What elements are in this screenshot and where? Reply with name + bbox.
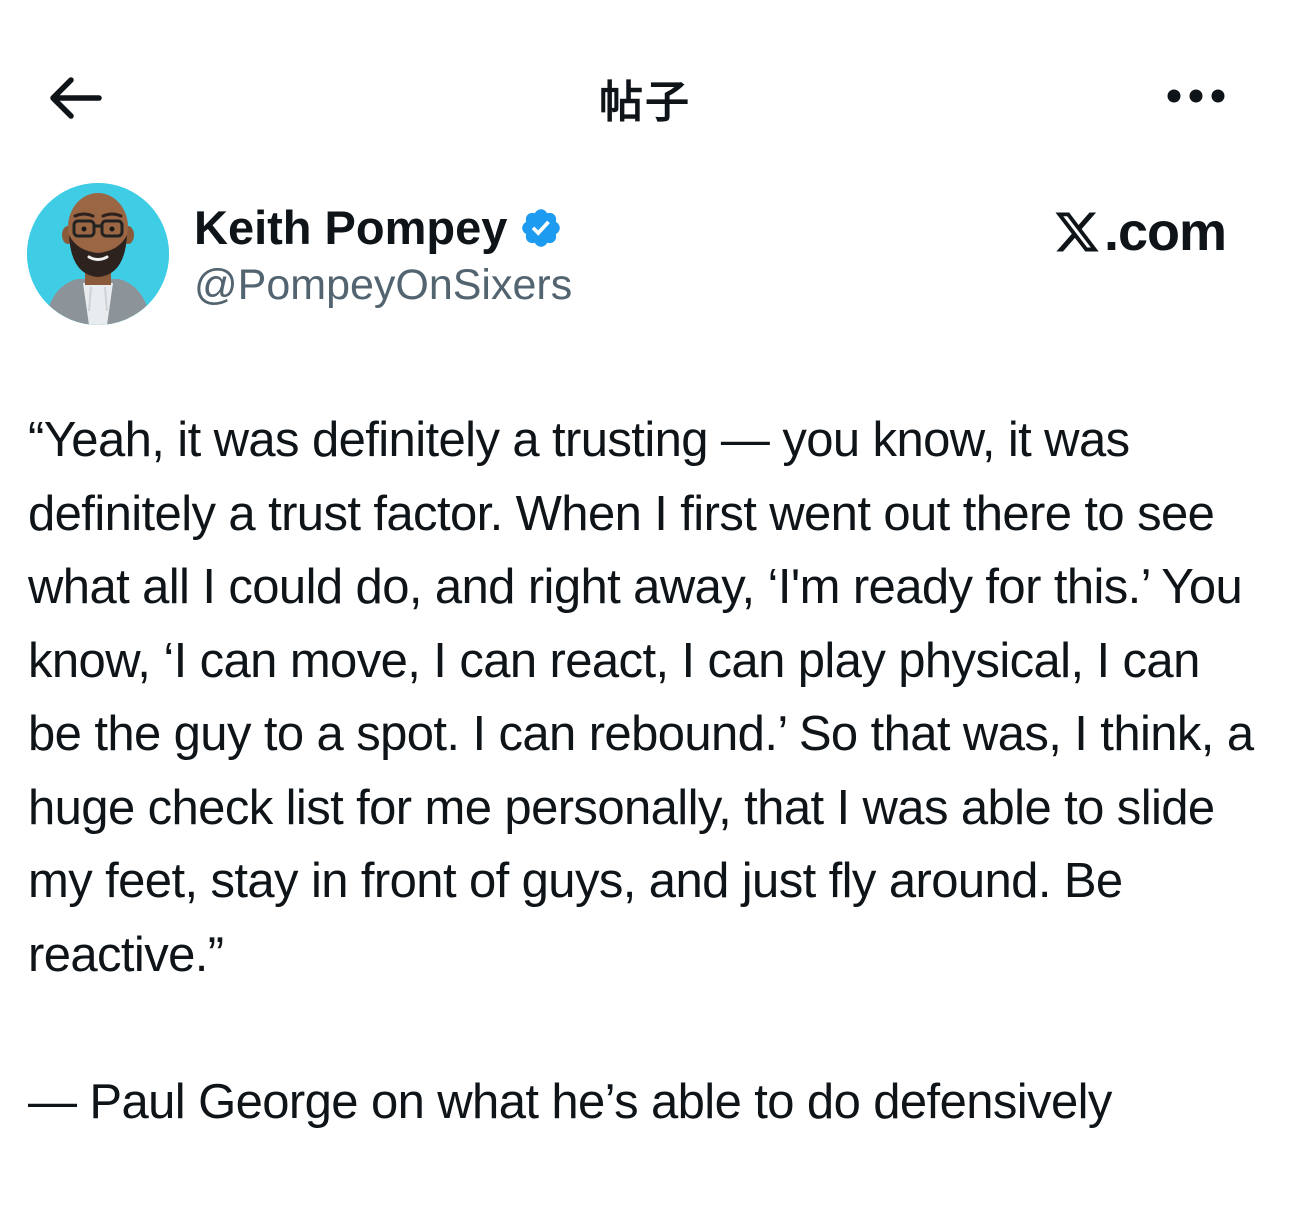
avatar[interactable] (27, 183, 169, 325)
x-com-watermark: .com (1052, 200, 1227, 264)
author-name-text: Keith Pompey (194, 201, 508, 254)
x-logo-icon (1055, 212, 1099, 252)
more-options-button[interactable] (1156, 68, 1236, 124)
page-title: 帖子 (599, 77, 691, 128)
top-bar: 帖子 (0, 0, 1290, 190)
author-handle[interactable]: @PompeyOnSixers (194, 258, 572, 312)
avatar-illustration (27, 183, 169, 325)
more-horizontal-icon (1167, 89, 1225, 103)
author-display-name[interactable]: Keith Pompey (194, 200, 563, 256)
watermark-text: .com (1104, 202, 1227, 262)
post-text: “Yeah, it was definitely a trusting — yo… (28, 413, 1254, 1129)
verified-badge-icon (522, 209, 561, 247)
